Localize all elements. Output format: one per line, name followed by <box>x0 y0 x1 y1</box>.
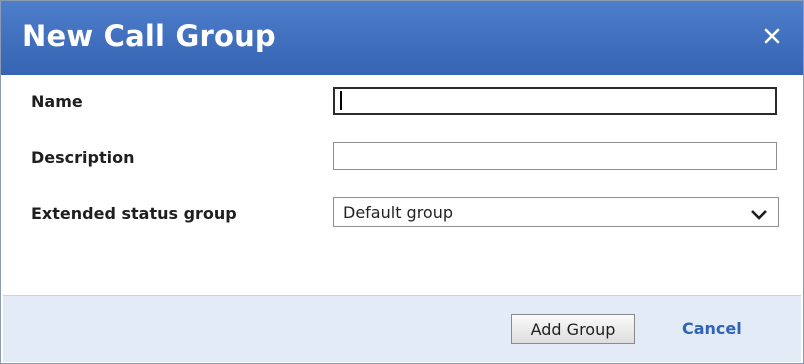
dialog-footer: Add Group Cancel <box>3 295 801 362</box>
dialog-title: New Call Group <box>22 19 276 53</box>
description-label: Description <box>31 148 135 167</box>
name-input[interactable] <box>333 87 777 115</box>
description-input[interactable] <box>333 142 777 170</box>
selected-status-group: Default group <box>343 203 454 222</box>
extended-status-group-select[interactable]: Default group <box>333 197 779 227</box>
dialog-titlebar: New Call Group <box>1 1 803 75</box>
cancel-link[interactable]: Cancel <box>682 319 742 338</box>
extended-status-group-label: Extended status group <box>31 204 237 223</box>
name-label: Name <box>31 92 83 111</box>
text-caret <box>340 91 342 110</box>
chevron-down-icon <box>750 206 768 225</box>
close-icon[interactable] <box>757 21 787 51</box>
new-call-group-dialog: New Call Group Name Description Extended… <box>0 0 804 364</box>
add-group-button[interactable]: Add Group <box>511 314 635 344</box>
